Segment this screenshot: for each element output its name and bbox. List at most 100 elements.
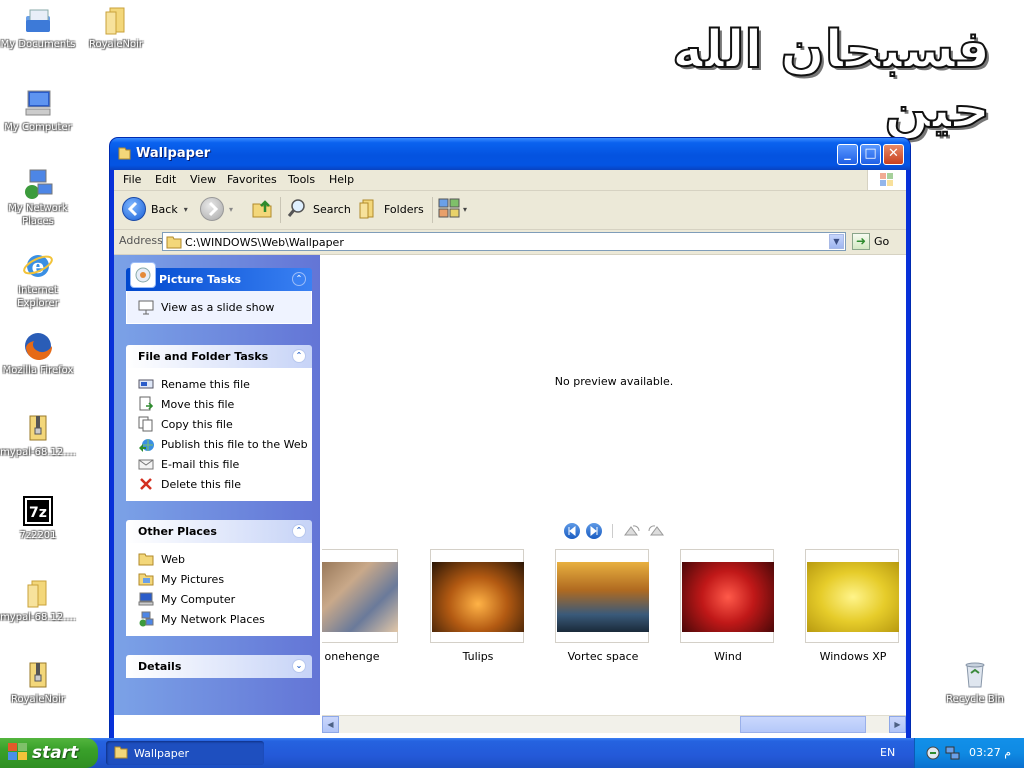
collapse-chevron-icon[interactable]: ⌃ <box>292 272 306 286</box>
my-pictures-icon <box>138 571 154 587</box>
start-button[interactable]: start <box>0 738 98 768</box>
my-documents-icon <box>22 4 54 36</box>
address-bar: Address C:\WINDOWS\Web\Wallpaper ▼ ➜ Go <box>114 230 906 255</box>
address-input[interactable]: C:\WINDOWS\Web\Wallpaper ▼ <box>162 232 846 251</box>
desktop-icon-label: RoyaleNoir <box>10 694 66 705</box>
folders-icon <box>357 197 379 222</box>
back-dropdown-icon[interactable]: ▾ <box>184 205 188 214</box>
place-web[interactable]: Web <box>127 549 311 569</box>
collapse-chevron-icon[interactable]: ⌃ <box>292 524 306 538</box>
thumbnail-item[interactable]: Windows XP <box>805 549 901 663</box>
thumbnail-item[interactable]: Wind <box>680 549 776 663</box>
menu-help[interactable]: Help <box>329 173 354 186</box>
menu-file[interactable]: File <box>123 173 141 186</box>
expand-chevron-icon[interactable]: ⌄ <box>292 659 306 673</box>
previous-image-icon[interactable] <box>564 523 580 539</box>
thumbnail-image <box>432 562 524 632</box>
network-icon[interactable] <box>945 745 961 764</box>
task-publish-web[interactable]: Publish this file to the Web <box>127 434 311 454</box>
rename-icon <box>138 376 154 392</box>
back-button[interactable]: Back ▾ <box>122 195 188 223</box>
folder-icon <box>100 4 132 36</box>
horizontal-scrollbar[interactable]: ◀ ▶ <box>322 715 906 733</box>
task-copy-file[interactable]: Copy this file <box>127 414 311 434</box>
views-button[interactable]: ▾ <box>438 195 467 223</box>
search-label: Search <box>313 202 351 216</box>
desktop-icon-royalenoir-zip[interactable]: RoyaleNoir <box>0 659 76 706</box>
svg-text:7z: 7z <box>29 505 47 521</box>
folder-icon <box>22 577 54 609</box>
filmstrip-controls <box>564 523 665 539</box>
details-header[interactable]: Details ⌄ <box>126 655 312 678</box>
desktop-icon-my-computer[interactable]: My Computer <box>0 87 76 134</box>
window-titlebar[interactable]: Wallpaper _ □ ✕ <box>110 138 910 170</box>
thumbnail-caption: Wind <box>714 650 742 663</box>
menu-tools[interactable]: Tools <box>288 173 315 186</box>
desktop-icon-recycle-bin[interactable]: Recycle Bin <box>937 659 1013 706</box>
picture-tasks-icon <box>130 262 156 288</box>
place-label: My Computer <box>161 592 236 606</box>
clock[interactable]: م 03:27 <box>969 746 1011 759</box>
desktop-icon-mypal-folder[interactable]: mypal-68.12.... <box>0 577 76 624</box>
menu-favorites[interactable]: Favorites <box>227 173 277 186</box>
delete-icon <box>138 476 154 492</box>
thumbnail-item[interactable]: Vortec space <box>555 549 651 663</box>
search-button[interactable]: Search <box>286 195 351 223</box>
views-dropdown-icon: ▾ <box>463 204 468 214</box>
desktop-icon-7z2201[interactable]: 7z 7z2201 <box>0 495 76 542</box>
forward-dropdown-icon[interactable]: ▾ <box>229 205 233 214</box>
file-folder-tasks-header[interactable]: File and Folder Tasks ⌃ <box>126 345 312 368</box>
desktop-icon-mozilla-firefox[interactable]: Mozilla Firefox <box>0 330 76 377</box>
scroll-thumb[interactable] <box>740 716 866 733</box>
rotate-counterclockwise-icon[interactable] <box>647 523 665 539</box>
rotate-clockwise-icon[interactable] <box>623 523 641 539</box>
place-my-pictures[interactable]: My Pictures <box>127 569 311 589</box>
go-button[interactable]: ➜ Go <box>852 233 889 250</box>
thumbnail-item[interactable]: Tulips <box>430 549 526 663</box>
other-places-header[interactable]: Other Places ⌃ <box>126 520 312 543</box>
place-my-computer[interactable]: My Computer <box>127 589 311 609</box>
address-path: C:\WINDOWS\Web\Wallpaper <box>185 236 344 249</box>
safely-remove-hardware-icon[interactable] <box>925 745 941 764</box>
next-image-icon[interactable] <box>586 523 602 539</box>
desktop-icon-label: 7z2201 <box>19 530 57 541</box>
scroll-left-button[interactable]: ◀ <box>322 716 339 733</box>
thumbnail-image <box>557 562 649 632</box>
task-view-slide-show[interactable]: View as a slide show <box>127 297 311 317</box>
close-button[interactable]: ✕ <box>883 144 904 165</box>
desktop-icon-my-network-places[interactable]: My Network Places <box>0 168 76 228</box>
slideshow-icon <box>138 299 154 315</box>
desktop-icon-internet-explorer[interactable]: e Internet Explorer <box>0 250 76 310</box>
desktop-icon-my-documents[interactable]: My Documents <box>0 4 76 51</box>
collapse-chevron-icon[interactable]: ⌃ <box>292 349 306 363</box>
task-move-file[interactable]: Move this file <box>127 394 311 414</box>
minimize-button[interactable]: _ <box>837 144 858 165</box>
forward-button[interactable]: ▾ <box>200 195 233 223</box>
address-dropdown-button[interactable]: ▼ <box>829 234 844 249</box>
thumbnail-caption: Windows XP <box>819 650 887 663</box>
place-my-network-places[interactable]: My Network Places <box>127 609 311 629</box>
my-computer-icon <box>22 87 54 119</box>
folders-button[interactable]: Folders <box>357 195 424 223</box>
task-email-file[interactable]: E-mail this file <box>127 454 311 474</box>
thumbnail-item[interactable]: onehenge <box>322 549 400 663</box>
desktop-icon-mypal-zip-1[interactable]: mypal-68.12.... <box>0 412 76 459</box>
thumbnail-frame <box>555 549 649 643</box>
menu-edit[interactable]: Edit <box>155 173 176 186</box>
menu-view[interactable]: View <box>190 173 216 186</box>
desktop-icon-label: My Documents <box>0 39 76 50</box>
task-delete-file[interactable]: Delete this file <box>127 474 311 494</box>
up-folder-button[interactable] <box>250 195 274 223</box>
go-label: Go <box>874 235 890 248</box>
task-label: Publish this file to the Web <box>161 437 308 451</box>
language-indicator[interactable]: EN <box>880 746 895 759</box>
taskbar-button-wallpaper[interactable]: Wallpaper <box>106 741 264 765</box>
scroll-right-button[interactable]: ▶ <box>889 716 906 733</box>
zip-archive-icon <box>22 659 54 691</box>
task-rename-file[interactable]: Rename this file <box>127 374 311 394</box>
thumbnail-frame <box>322 549 398 643</box>
publish-web-icon <box>138 436 154 452</box>
maximize-button[interactable]: □ <box>860 144 881 165</box>
picture-tasks-header[interactable]: Picture Tasks ⌃ <box>126 262 312 291</box>
desktop-icon-royalenoir[interactable]: RoyaleNoir <box>78 4 154 51</box>
